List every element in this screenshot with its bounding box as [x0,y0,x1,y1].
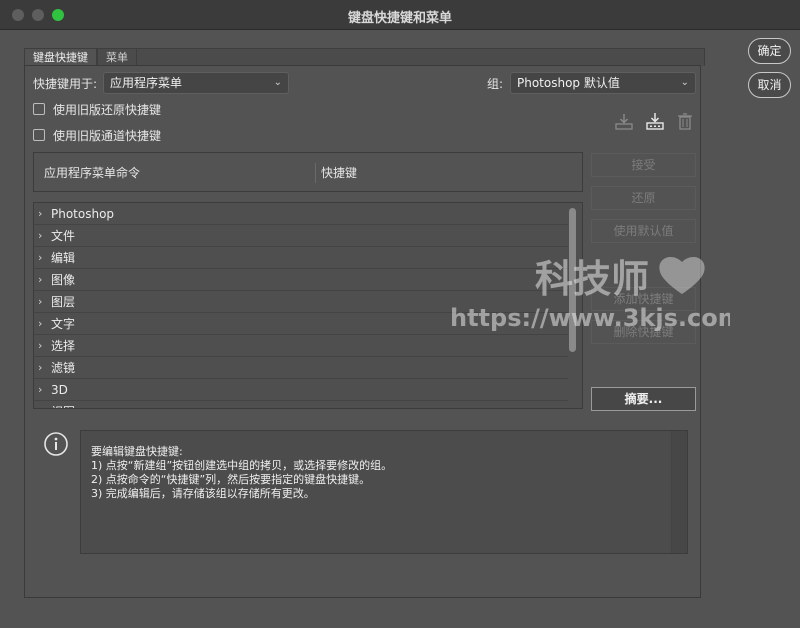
shortcuts-for-select[interactable]: 应用程序菜单 ⌄ [103,72,289,94]
chevron-down-icon: ⌄ [273,77,282,88]
info-icon [43,431,69,457]
column-divider[interactable] [315,163,316,183]
chevron-right-icon[interactable]: › [38,291,42,313]
chevron-right-icon[interactable]: › [38,357,42,379]
chevron-right-icon[interactable]: › [38,401,42,408]
scrollbar-thumb[interactable] [569,208,576,352]
list-scrollbar[interactable] [566,205,579,407]
list-item[interactable]: › 选择 [34,335,568,357]
list-item[interactable]: › 图层 [34,291,568,313]
group-label: 组: [487,77,504,91]
tab-keyboard-shortcuts[interactable]: 键盘快捷键 [24,48,97,66]
save-set-icon[interactable] [613,112,635,132]
delete-shortcut-button[interactable]: 删除快捷键 [591,320,696,344]
chevron-right-icon[interactable]: › [38,335,42,357]
shortcuts-for-value: 应用程序菜单 [110,76,183,90]
info-text-box: 要编辑键盘快捷键: 1) 点按“新建组”按钮创建选中组的拷贝，或选择要修改的组。… [80,430,688,554]
list-item[interactable]: › 文件 [34,225,568,247]
group-value: Photoshop 默认值 [517,76,620,90]
title-bar: 键盘快捷键和菜单 [0,0,800,30]
chevron-right-icon[interactable]: › [38,247,42,269]
list-item[interactable]: › 编辑 [34,247,568,269]
ok-button[interactable]: 确定 [748,38,791,64]
undo-button[interactable]: 还原 [591,186,696,210]
column-header-shortcut[interactable]: 快捷键 [321,164,357,181]
shortcuts-for-label: 快捷键用于: [33,77,98,91]
chevron-right-icon[interactable]: › [38,269,42,291]
cancel-button[interactable]: 取消 [748,72,791,98]
list-item[interactable]: › 滤镜 [34,357,568,379]
legacy-channel-checkbox[interactable] [33,129,45,141]
window-title: 键盘快捷键和菜单 [347,11,452,26]
group-select[interactable]: Photoshop 默认值 ⌄ [510,72,696,94]
command-list: › Photoshop › 文件 › 编辑 › 图像 › 图层 › 文字 › 选择 › 滤镜 ›… [33,202,583,409]
trash-icon[interactable] [674,112,696,132]
list-item[interactable]: › 3D [34,379,568,401]
column-header-command[interactable]: 应用程序菜单命令 [44,164,140,181]
chevron-right-icon[interactable]: › [38,379,42,401]
accept-button[interactable]: 接受 [591,153,696,177]
new-set-icon[interactable] [644,112,666,132]
tab-bar: 键盘快捷键 菜单 [24,48,137,66]
info-step-3: 3) 完成编辑后，请存储该组以存储所有更改。 [91,487,315,500]
list-item[interactable]: ›视图 [34,401,568,408]
list-item[interactable]: › 文字 [34,313,568,335]
summary-button[interactable]: 摘要... [591,387,696,411]
legacy-channel-label: 使用旧版通道快捷键 [53,129,162,143]
chevron-right-icon[interactable]: › [38,225,42,247]
table-header: 应用程序菜单命令 快捷键 [33,152,583,192]
info-scrollbar[interactable] [671,431,687,553]
add-shortcut-button[interactable]: 添加快捷键 [591,287,696,311]
legacy-undo-checkbox[interactable] [33,103,45,115]
tab-menus[interactable]: 菜单 [97,48,137,66]
chevron-down-icon: ⌄ [680,77,689,88]
legacy-undo-label: 使用旧版还原快捷键 [53,103,162,117]
chevron-right-icon[interactable]: › [38,203,42,225]
use-default-button[interactable]: 使用默认值 [591,219,696,243]
chevron-right-icon[interactable]: › [38,313,42,335]
list-item[interactable]: › Photoshop [34,203,568,225]
list-item[interactable]: › 图像 [34,269,568,291]
